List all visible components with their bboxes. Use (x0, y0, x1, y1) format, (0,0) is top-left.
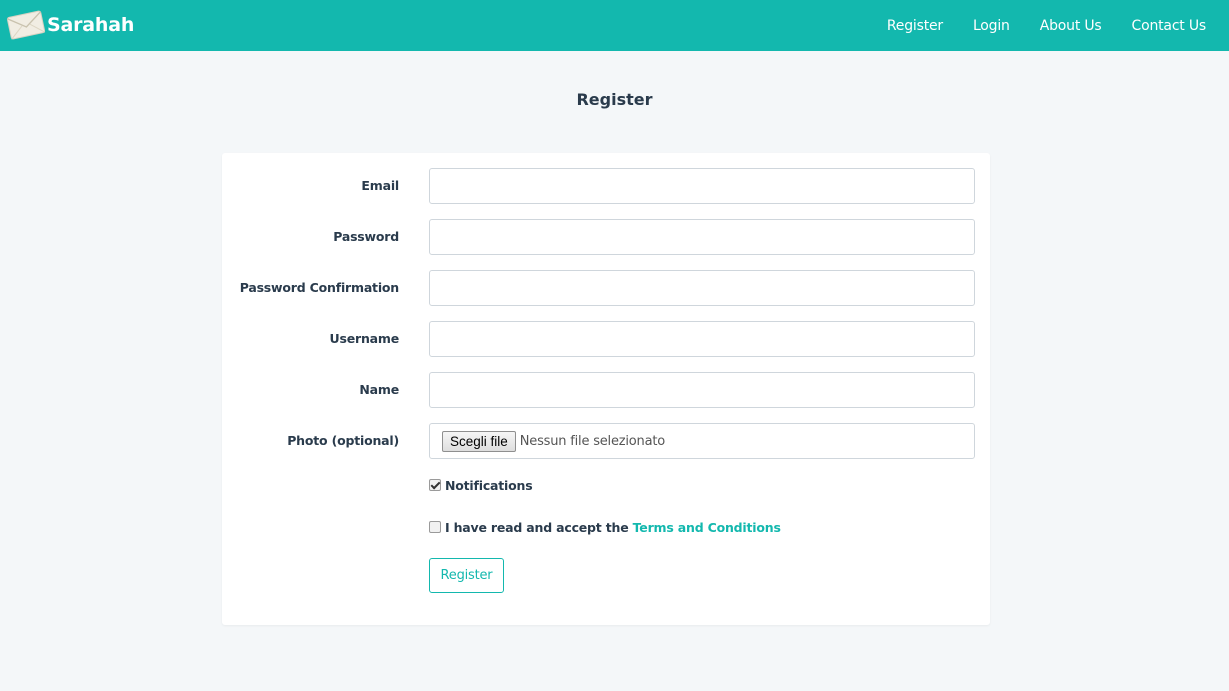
terms-label-text: I have read and accept the (445, 519, 629, 535)
brand-name: Sarahah (47, 14, 135, 36)
password-confirmation-row: Password Confirmation (222, 270, 990, 306)
username-label: Username (329, 331, 400, 346)
password-confirmation-label: Password Confirmation (239, 280, 399, 295)
top-navbar: Sarahah Register Login About Us Contact … (0, 0, 1229, 51)
name-label: Name (359, 382, 399, 397)
choose-file-button[interactable]: Scegli file (442, 430, 516, 452)
file-status-text: Nessun file selezionato (519, 433, 666, 449)
notifications-checkbox[interactable] (429, 479, 441, 491)
nav-about-link[interactable]: About Us (1040, 18, 1102, 34)
photo-label: Photo (optional) (287, 433, 399, 448)
nav-menu: Register Login About Us Contact Us (887, 0, 1206, 51)
notifications-label: Notifications (445, 477, 533, 493)
email-row: Email (222, 168, 990, 204)
email-label: Email (361, 178, 399, 193)
terms-row: I have read and accept the Terms and Con… (429, 517, 781, 537)
password-confirmation-field[interactable] (429, 270, 975, 306)
page-title: Register (576, 90, 653, 109)
terms-label: I have read and accept the Terms and Con… (445, 520, 781, 535)
register-form-card: Email Password Password Confirmation Use… (222, 153, 990, 625)
register-submit-button[interactable]: Register (429, 558, 504, 593)
photo-file-input[interactable]: Scegli file Nessun file selezionato (429, 423, 975, 459)
email-field[interactable] (429, 168, 975, 204)
terms-and-conditions-link[interactable]: Terms and Conditions (633, 520, 781, 535)
username-row: Username (222, 321, 990, 357)
name-row: Name (222, 372, 990, 408)
brand-logo-link[interactable]: Sarahah (6, 8, 134, 42)
password-row: Password (222, 219, 990, 255)
envelope-icon (6, 8, 46, 42)
notifications-row: Notifications (429, 475, 533, 495)
photo-row: Photo (optional) Scegli file Nessun file… (222, 423, 990, 459)
terms-checkbox[interactable] (429, 521, 441, 533)
nav-register-link[interactable]: Register (887, 18, 943, 34)
password-label: Password (333, 229, 399, 244)
nav-contact-link[interactable]: Contact Us (1132, 18, 1207, 34)
username-field[interactable] (429, 321, 975, 357)
name-field[interactable] (429, 372, 975, 408)
password-field[interactable] (429, 219, 975, 255)
nav-login-link[interactable]: Login (973, 18, 1010, 34)
